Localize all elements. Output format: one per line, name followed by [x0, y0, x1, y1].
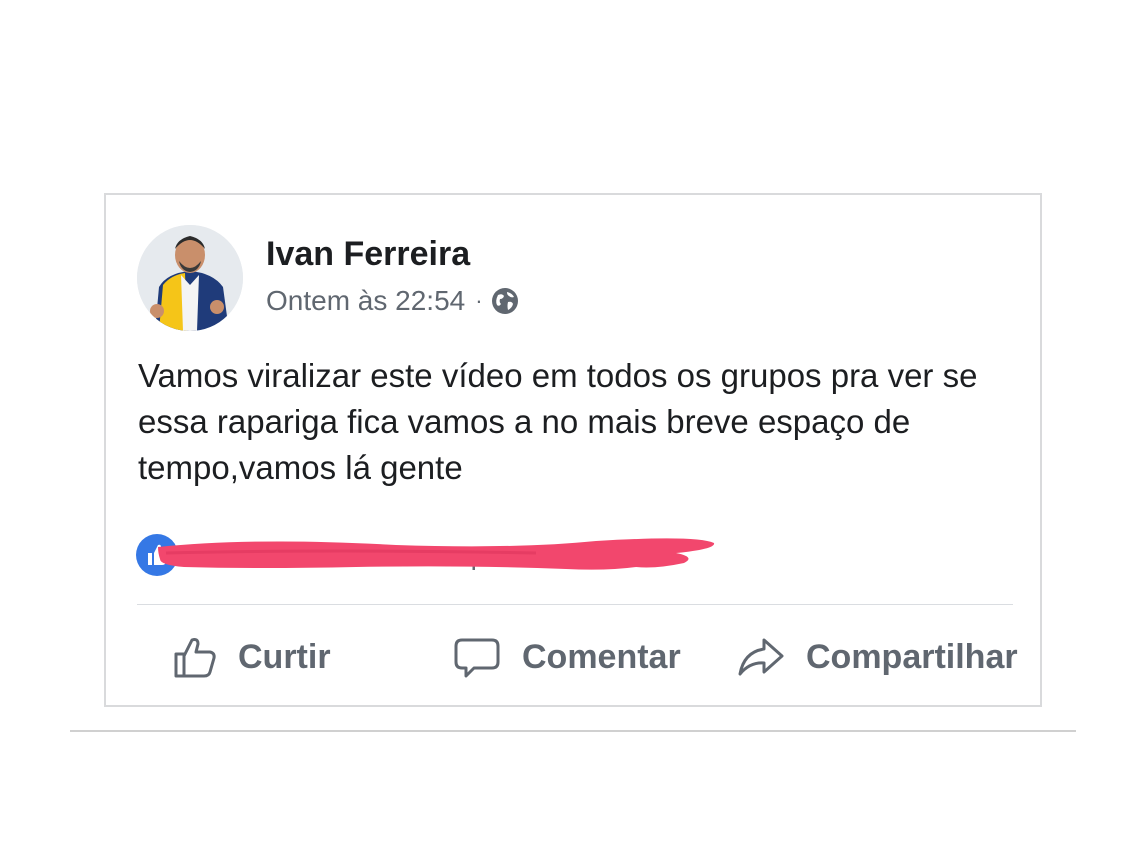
post-text: Vamos viralizar este vídeo em todos os g…: [138, 357, 978, 486]
post-timestamp[interactable]: Ontem às 22:54: [266, 285, 465, 317]
avatar-photo: [137, 225, 243, 331]
share-button-label: Compartilhar: [806, 637, 1018, 676]
action-bar: Curtir Comentar Compartilhar: [106, 625, 1040, 689]
comment-button-label: Comentar: [522, 637, 681, 676]
like-button[interactable]: Curtir: [172, 625, 331, 689]
share-button[interactable]: Compartilhar: [736, 625, 1018, 689]
bottom-rule: [70, 730, 1076, 732]
comment-bubble-icon: [454, 638, 500, 678]
thumbs-up-icon: [174, 638, 216, 678]
action-divider: [137, 604, 1013, 605]
post-card: Ivan Ferreira Ontem às 22:54 · Vamos vir…: [104, 193, 1042, 707]
avatar[interactable]: [137, 225, 243, 331]
author-name[interactable]: Ivan Ferreira: [266, 235, 470, 274]
share-arrow-icon: [738, 638, 784, 676]
comment-button[interactable]: Comentar: [452, 625, 681, 689]
meta-separator: ·: [475, 288, 483, 313]
screenshot-canvas: Ivan Ferreira Ontem às 22:54 · Vamos vir…: [0, 0, 1132, 856]
like-button-label: Curtir: [238, 637, 331, 676]
reactions-summary[interactable]: Bia Da Silva e 1 outra pessoa: [136, 531, 746, 581]
post-meta: Ontem às 22:54 ·: [266, 285, 519, 317]
redaction-scribble: [158, 538, 715, 570]
globe-icon[interactable]: [491, 287, 519, 315]
